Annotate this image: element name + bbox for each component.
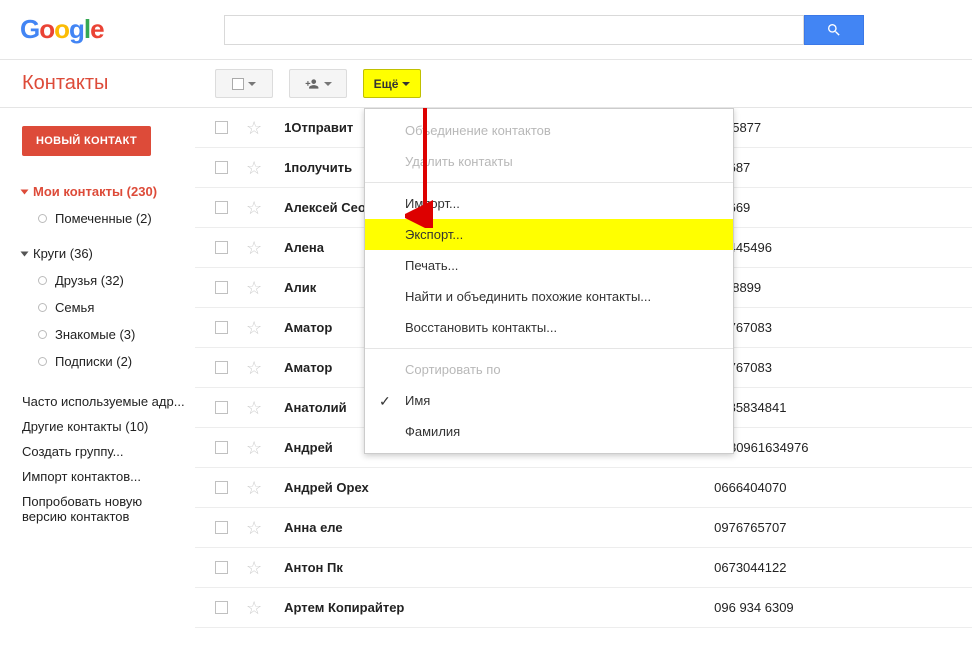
nav-link[interactable]: Импорт контактов... [22, 464, 185, 489]
nav-circle-item[interactable]: Знакомые (3) [38, 321, 185, 348]
checkbox[interactable] [215, 521, 228, 534]
nav-circle-item[interactable]: Друзья (32) [38, 267, 185, 294]
chevron-down-icon [402, 82, 410, 86]
triangle-down-icon [21, 251, 29, 256]
select-all-button[interactable] [215, 69, 273, 98]
checkbox[interactable] [215, 321, 228, 334]
nav-starred[interactable]: Помеченные (2) [38, 205, 185, 232]
chevron-down-icon [324, 82, 332, 86]
more-button[interactable]: Ещё [363, 69, 421, 98]
star-icon[interactable]: ☆ [246, 519, 262, 537]
dd-first-name[interactable]: ✓ Имя [365, 385, 733, 416]
check-icon: ✓ [379, 393, 391, 410]
nav-circle-item[interactable]: Подписки (2) [38, 348, 185, 375]
checkbox[interactable] [215, 441, 228, 454]
star-icon[interactable]: ☆ [246, 479, 262, 497]
main: ☆1Отправит32 5877☆1получить98687☆Алексей… [195, 108, 972, 645]
new-contact-button[interactable]: НОВЫЙ КОНТАКТ [22, 126, 151, 156]
dd-delete: Удалить контакты [365, 146, 733, 177]
star-icon[interactable]: ☆ [246, 159, 262, 177]
nav-my-contacts[interactable]: Мои контакты (230) [22, 178, 185, 205]
contact-row[interactable]: ☆ Артем Копирайтер096 934 6309 [195, 588, 972, 628]
checkbox-icon [232, 78, 244, 90]
subheader: Контакты Ещё [0, 60, 972, 108]
contact-phone: 0666404070 [714, 480, 786, 495]
contact-phone: 096 934 6309 [714, 600, 794, 615]
person-add-icon [304, 77, 320, 91]
star-icon[interactable]: ☆ [246, 119, 262, 137]
more-label: Ещё [374, 77, 399, 91]
nav-label: Круги (36) [33, 246, 93, 261]
contact-row[interactable]: ☆ Андрей Орех0666404070 [195, 468, 972, 508]
nav: Мои контакты (230) Помеченные (2) Круги … [22, 178, 185, 529]
contact-name: Артем Копирайтер [284, 600, 714, 615]
checkbox[interactable] [215, 401, 228, 414]
star-icon[interactable]: ☆ [246, 359, 262, 377]
separator [365, 348, 733, 349]
toolbar: Ещё [195, 69, 421, 98]
contact-name: Анна еле [284, 520, 714, 535]
checkbox[interactable] [215, 201, 228, 214]
dd-print[interactable]: Печать... [365, 250, 733, 281]
star-icon[interactable]: ☆ [246, 399, 262, 417]
app-title: Контакты [0, 72, 195, 95]
triangle-down-icon [21, 189, 29, 194]
nav-link[interactable]: Часто используемые адр... [22, 389, 185, 414]
chevron-down-icon [248, 82, 256, 86]
contact-row[interactable]: ☆ Анна еле0976765707 [195, 508, 972, 548]
star-icon[interactable]: ☆ [246, 319, 262, 337]
checkbox[interactable] [215, 561, 228, 574]
star-icon[interactable]: ☆ [246, 239, 262, 257]
dd-merge: Объединение контактов [365, 115, 733, 146]
star-icon[interactable]: ☆ [246, 279, 262, 297]
search-box [224, 15, 864, 45]
dd-export[interactable]: Экспорт... [365, 219, 733, 250]
search-button[interactable] [804, 15, 864, 45]
nav-link[interactable]: Другие контакты (10) [22, 414, 185, 439]
dd-find-merge[interactable]: Найти и объединить похожие контакты... [365, 281, 733, 312]
nav-circles[interactable]: Круги (36) [22, 240, 185, 267]
google-logo: Google [20, 14, 104, 45]
add-to-circles-button[interactable] [289, 69, 347, 98]
search-icon [826, 22, 842, 38]
header: Google [0, 0, 972, 60]
separator [365, 182, 733, 183]
checkbox[interactable] [215, 481, 228, 494]
nav-link[interactable]: Попробовать новую версию контактов [22, 489, 185, 529]
nav-label: Мои контакты (230) [33, 184, 157, 199]
body: НОВЫЙ КОНТАКТ Мои контакты (230) Помечен… [0, 108, 972, 645]
contact-phone: 0976765707 [714, 520, 786, 535]
dd-restore[interactable]: Восстановить контакты... [365, 312, 733, 343]
checkbox[interactable] [215, 161, 228, 174]
search-input[interactable] [224, 15, 804, 45]
star-icon[interactable]: ☆ [246, 599, 262, 617]
contact-row[interactable]: ☆ Антон Пк0673044122 [195, 548, 972, 588]
nav-circle-item[interactable]: Семья [38, 294, 185, 321]
checkbox[interactable] [215, 361, 228, 374]
contact-phone: 0673044122 [714, 560, 786, 575]
dd-sort-by: Сортировать по [365, 354, 733, 385]
checkbox[interactable] [215, 121, 228, 134]
star-icon[interactable]: ☆ [246, 199, 262, 217]
star-icon[interactable]: ☆ [246, 559, 262, 577]
contact-name: Антон Пк [284, 560, 714, 575]
checkbox[interactable] [215, 601, 228, 614]
dd-last-name[interactable]: Фамилия [365, 416, 733, 447]
dd-import[interactable]: Импорт... [365, 188, 733, 219]
sidebar: НОВЫЙ КОНТАКТ Мои контакты (230) Помечен… [0, 108, 195, 645]
checkbox[interactable] [215, 241, 228, 254]
star-icon[interactable]: ☆ [246, 439, 262, 457]
more-dropdown: Объединение контактов Удалить контакты И… [364, 108, 734, 454]
contact-name: Андрей Орех [284, 480, 714, 495]
checkbox[interactable] [215, 281, 228, 294]
nav-link[interactable]: Создать группу... [22, 439, 185, 464]
